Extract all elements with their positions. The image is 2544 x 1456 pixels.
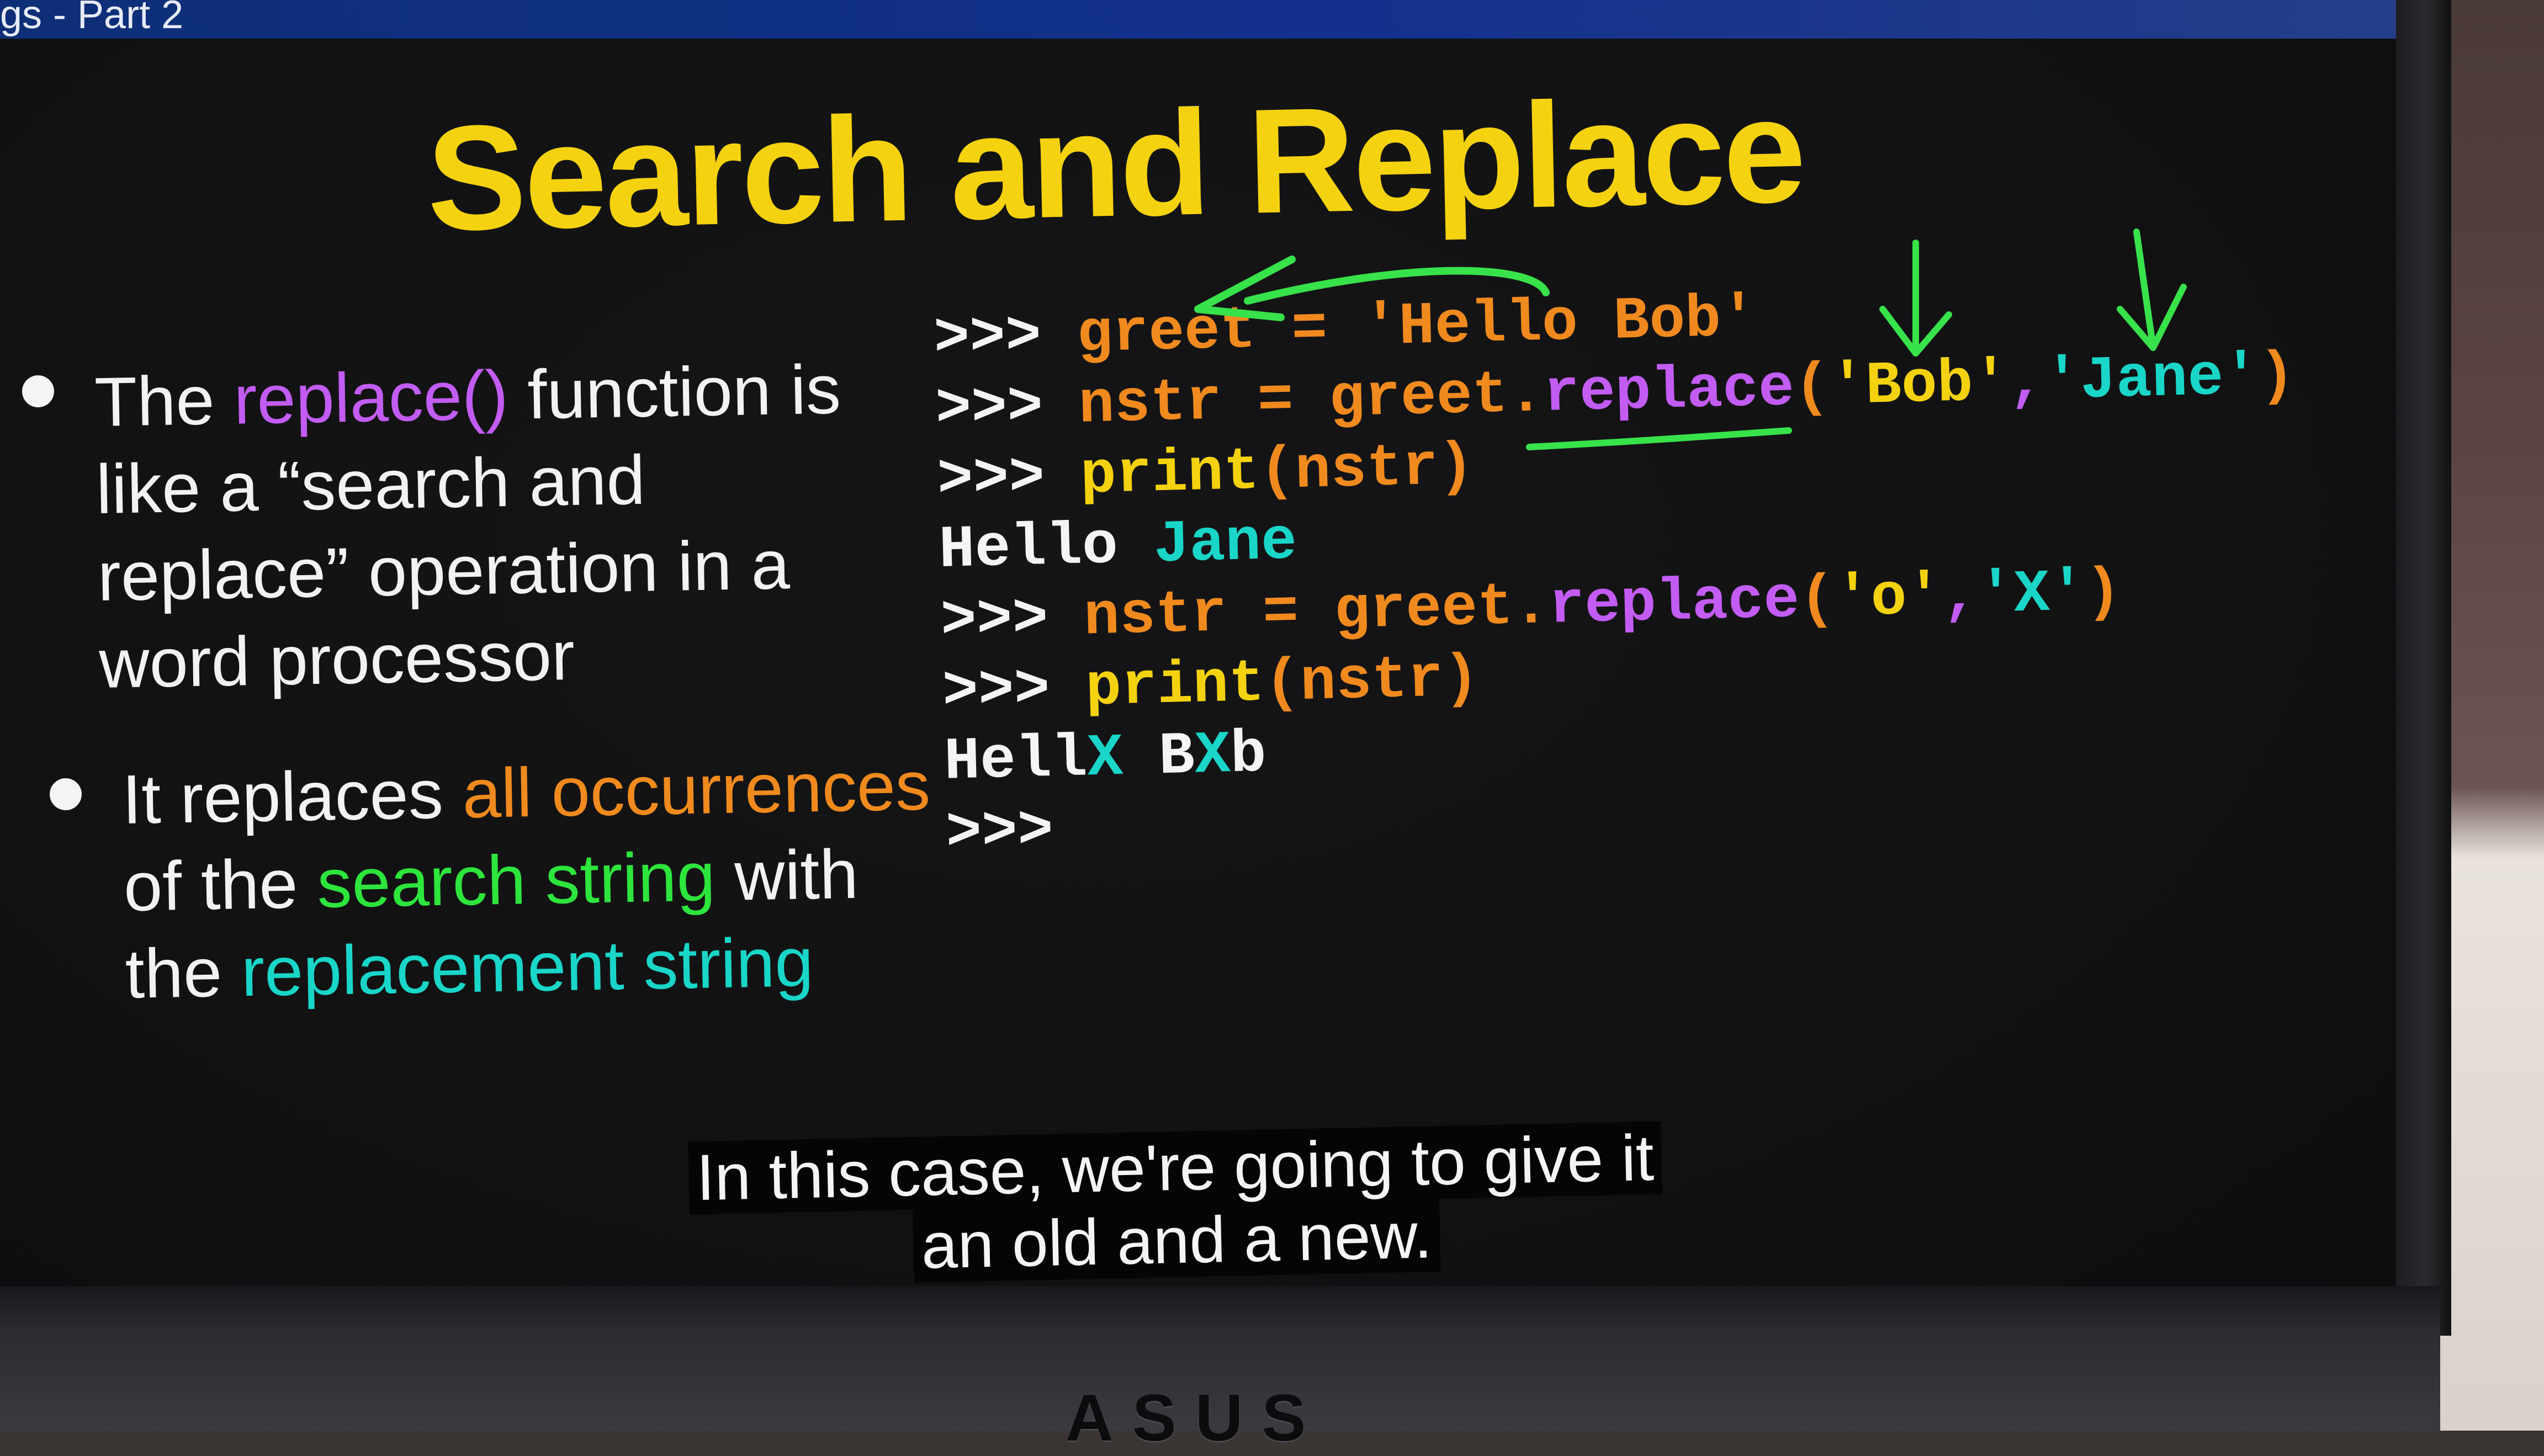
laptop-screen: gs - Part 2 Search and Replace The repla…	[0, 0, 2396, 1325]
caption-line-2: an old and a new.	[913, 1199, 1441, 1283]
annotation-down-arrow-icon	[2117, 229, 2187, 351]
handwritten-annotations	[1194, 229, 2187, 450]
annotation-arrowhead-icon	[1194, 256, 1296, 321]
annotation-down-arrow-icon	[1879, 240, 1952, 357]
subtitle-caption: In this case, we're going to give it an …	[650, 1120, 1702, 1288]
annotation-underline-icon	[1526, 427, 1792, 450]
brand-logo: ASUS	[1066, 1381, 1325, 1455]
laptop-bezel-right	[2391, 0, 2451, 1336]
annotation-arrow-left-icon	[1244, 267, 1550, 305]
